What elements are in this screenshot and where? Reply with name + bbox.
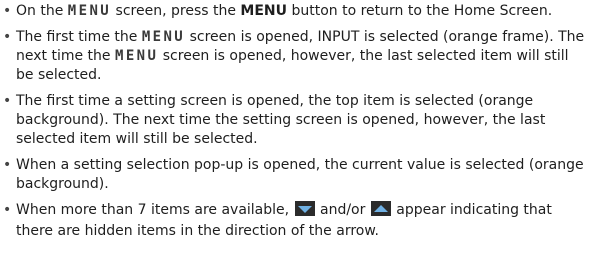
bullet-text: screen, press the bbox=[111, 3, 241, 19]
lcd-menu-label: MENU bbox=[67, 3, 112, 19]
list-item: The first time a setting screen is opene… bbox=[0, 92, 591, 149]
bullet-text: button to return to the Home Screen. bbox=[287, 3, 553, 19]
lcd-menu-label: MENU bbox=[114, 48, 159, 64]
menu-button-label: MENU bbox=[240, 3, 288, 19]
bullet-list: On the MENU screen, press the MENU butto… bbox=[0, 2, 591, 248]
bullet-text: The first time a setting screen is opene… bbox=[16, 93, 546, 147]
list-item: When a setting selection pop-up is opene… bbox=[0, 156, 591, 194]
bullet-text: When a setting selection pop-up is opene… bbox=[16, 157, 584, 192]
down-arrow-icon bbox=[294, 201, 315, 222]
up-arrow-icon bbox=[370, 201, 391, 222]
bullet-text: When more than 7 items are available, bbox=[16, 202, 294, 218]
list-item: On the MENU screen, press the MENU butto… bbox=[0, 2, 591, 21]
list-item: When more than 7 items are available, an… bbox=[0, 201, 591, 241]
list-item: The first time the MENU screen is opened… bbox=[0, 28, 591, 85]
lcd-menu-label: MENU bbox=[141, 29, 186, 45]
bullet-text: and/or bbox=[315, 202, 370, 218]
bullet-text: The first time the bbox=[16, 29, 142, 45]
bullet-text: On the bbox=[16, 3, 68, 19]
